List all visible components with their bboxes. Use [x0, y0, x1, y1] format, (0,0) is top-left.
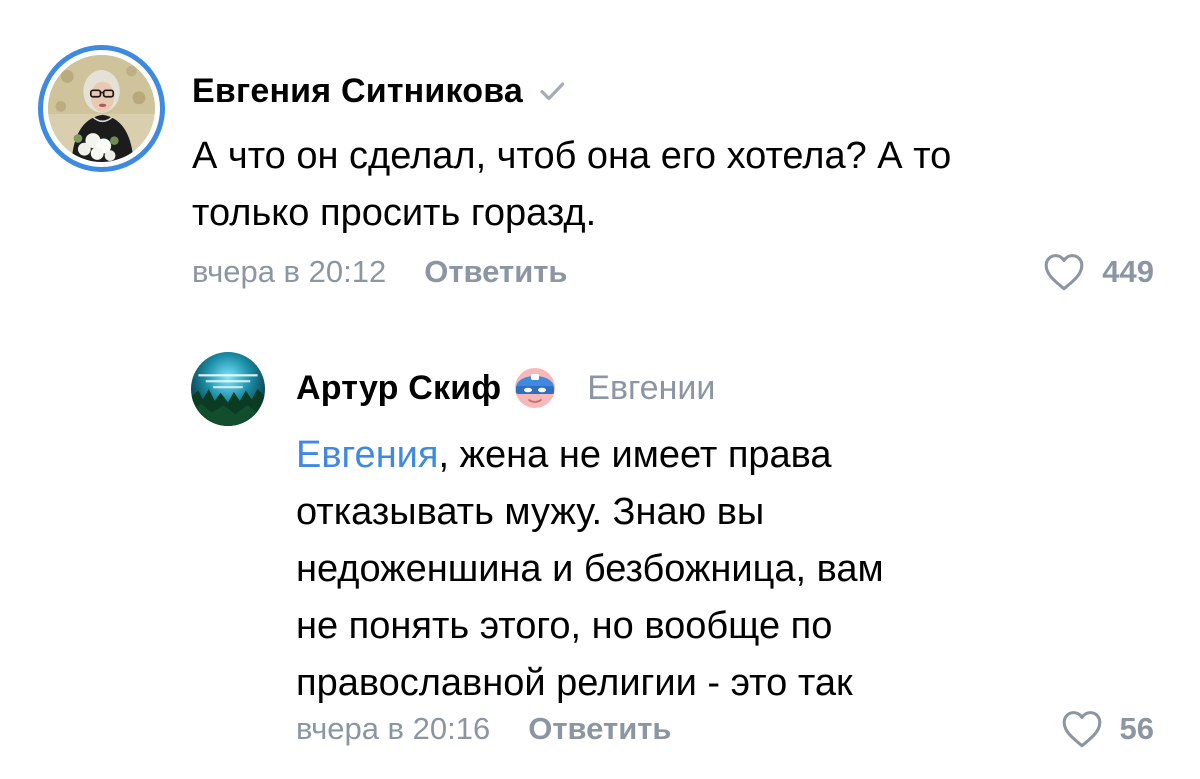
like-button[interactable]: 449	[1042, 250, 1154, 294]
comment-timestamp[interactable]: вчера в 20:16	[296, 711, 490, 747]
comment-text: Евгения, жена не имеет права отказывать …	[296, 427, 1096, 712]
comment-item: Евгения Ситникова А что он сделал, чтоб …	[0, 0, 1200, 330]
comment-header: Артур Скиф Евгении	[296, 363, 715, 413]
reply-comment-item: Артур Скиф Евгении Евгения, жена не имее…	[0, 330, 1200, 779]
comment-meta: вчера в 20:12 Ответить	[192, 250, 568, 294]
like-count: 56	[1119, 711, 1154, 746]
checkmark-icon	[540, 82, 565, 101]
mention-link[interactable]: Евгения	[296, 434, 438, 476]
like-button[interactable]: 56	[1060, 707, 1154, 751]
avatar-photo	[48, 55, 155, 162]
avatar-photo[interactable]	[191, 352, 265, 426]
reply-button[interactable]: Ответить	[424, 254, 567, 290]
heart-icon	[1062, 711, 1101, 748]
mask-icon	[515, 368, 556, 408]
author-name[interactable]: Евгения Ситникова	[192, 72, 523, 111]
comment-text: А что он сделал, чтоб она его хотела? А …	[192, 135, 952, 234]
heart-icon	[1044, 254, 1084, 291]
author-name[interactable]: Артур Скиф	[296, 369, 501, 408]
like-count: 449	[1102, 254, 1154, 289]
reply-to-name[interactable]: Евгении	[587, 369, 715, 408]
comment-timestamp[interactable]: вчера в 20:12	[192, 254, 386, 290]
comment-header: Евгения Ситникова	[192, 66, 567, 116]
avatar-story-ring[interactable]	[38, 45, 165, 172]
reply-button[interactable]: Ответить	[528, 711, 671, 747]
comment-meta: вчера в 20:16 Ответить	[296, 707, 672, 751]
